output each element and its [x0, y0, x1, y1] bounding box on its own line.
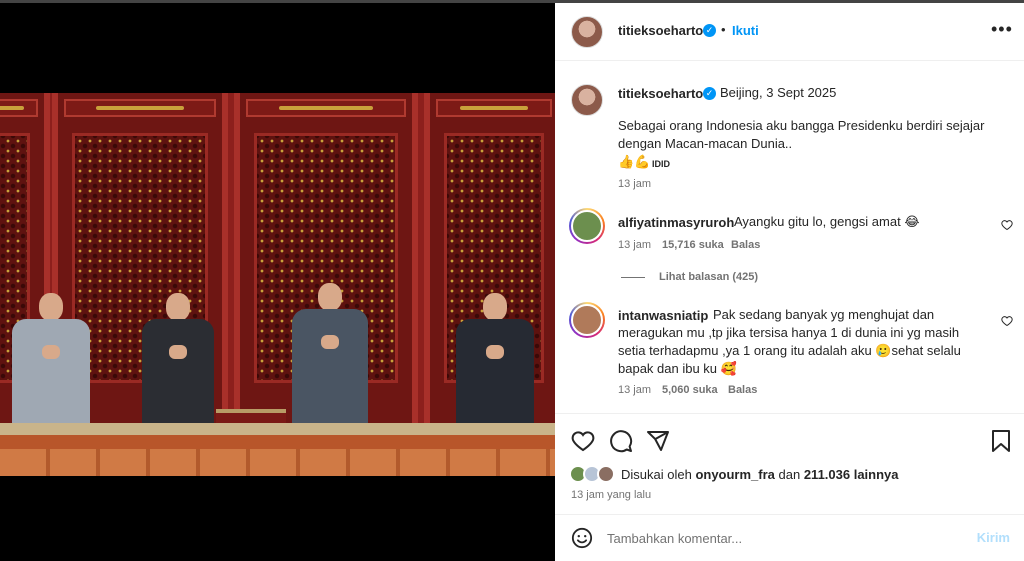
caption-author-username[interactable]: titieksoeharto: [618, 86, 703, 101]
post-actions: Disukai oleh onyourm_fra dan 211.036 lai…: [555, 415, 1024, 515]
photo-person: [142, 293, 214, 423]
caption-line: dengan Macan-macan Dunia..: [618, 136, 793, 151]
comment-text-line: setia terhadapmu ,ya 1 orang itu adalah …: [618, 343, 961, 358]
photo-person: [292, 283, 368, 423]
author-username[interactable]: titieksoeharto: [618, 23, 703, 38]
reply-button[interactable]: Balas: [731, 239, 760, 251]
comment-text-line: bapak dan ibu ku 🥰: [618, 361, 737, 376]
comment-likes[interactable]: 5,060 suka: [662, 384, 718, 396]
post-sidebar: titieksoeharto ✓ • Ikuti ••• titieksoeha…: [555, 3, 1024, 561]
view-replies-line: [621, 277, 645, 278]
post-media-pane[interactable]: [0, 3, 555, 561]
verified-icon: ✓: [703, 24, 716, 37]
comment-time: 13 jam: [618, 384, 652, 396]
photo-railing: [0, 435, 555, 449]
comment-likes[interactable]: 15,716 suka: [662, 239, 724, 251]
post-photo[interactable]: [0, 93, 555, 476]
comment-heart-icon[interactable]: [1001, 315, 1013, 327]
post-comment-button[interactable]: Kirim: [977, 530, 1010, 545]
liked-by-user[interactable]: onyourm_fra: [695, 467, 774, 482]
caption-time: 13 jam: [618, 178, 652, 190]
comment-text: Ayangku gitu lo, gengsi amat 😂: [734, 214, 920, 229]
caption-tag: IDID: [652, 159, 670, 169]
comment-text-line: Pak sedang banyak yg menghujat dan: [713, 307, 935, 322]
liked-by-count[interactable]: 211.036 lainnya: [804, 467, 899, 482]
follow-button[interactable]: Ikuti: [732, 23, 759, 38]
separator-dot: •: [721, 22, 726, 37]
caption-emoji: 👍💪: [618, 154, 651, 169]
bookmark-icon[interactable]: [990, 429, 1012, 453]
comment-input[interactable]: [607, 528, 947, 548]
liked-by-summary[interactable]: Disukai oleh onyourm_fra dan 211.036 lai…: [621, 467, 899, 482]
heart-icon[interactable]: [571, 429, 595, 453]
commenter-username[interactable]: intanwasniatip: [618, 308, 708, 323]
author-avatar[interactable]: [571, 16, 603, 48]
comments-scroll[interactable]: titieksoeharto ✓ Beijing, 3 Sept 2025 Se…: [555, 62, 1024, 414]
photo-railing: [0, 423, 555, 435]
emoji-icon[interactable]: [571, 527, 593, 549]
liked-by-suffix: dan: [774, 467, 804, 482]
post-location-date: Beijing, 3 Sept 2025: [720, 85, 837, 100]
verified-icon: ✓: [703, 87, 716, 100]
comment-text-line: meragukan mu ,tp jika tersisa hanya 1 di…: [618, 325, 960, 340]
more-options-icon[interactable]: •••: [991, 19, 1013, 40]
post-header: titieksoeharto ✓ • Ikuti •••: [555, 3, 1024, 61]
photo-person: [12, 293, 90, 423]
share-icon[interactable]: [646, 429, 670, 453]
liker-avatar[interactable]: [597, 465, 615, 483]
view-replies-button[interactable]: Lihat balasan (425): [659, 271, 758, 283]
comment-heart-icon[interactable]: [1001, 219, 1013, 231]
reply-button[interactable]: Balas: [728, 384, 757, 396]
caption-line: Sebagai orang Indonesia aku bangga Presi…: [618, 118, 985, 133]
commenter-avatar[interactable]: [569, 302, 605, 338]
comment-time: 13 jam: [618, 239, 652, 251]
comment-icon[interactable]: [609, 429, 633, 453]
photo-railing: [0, 449, 555, 476]
comment-form: Kirim: [555, 515, 1024, 561]
caption-author-avatar[interactable]: [571, 84, 603, 116]
photo-person: [456, 293, 534, 423]
post-time-ago: 13 jam yang lalu: [571, 489, 652, 501]
commenter-username[interactable]: alfiyatinmasyruroh: [618, 215, 734, 230]
liked-by-prefix: Disukai oleh: [621, 467, 696, 482]
commenter-avatar[interactable]: [569, 208, 605, 244]
